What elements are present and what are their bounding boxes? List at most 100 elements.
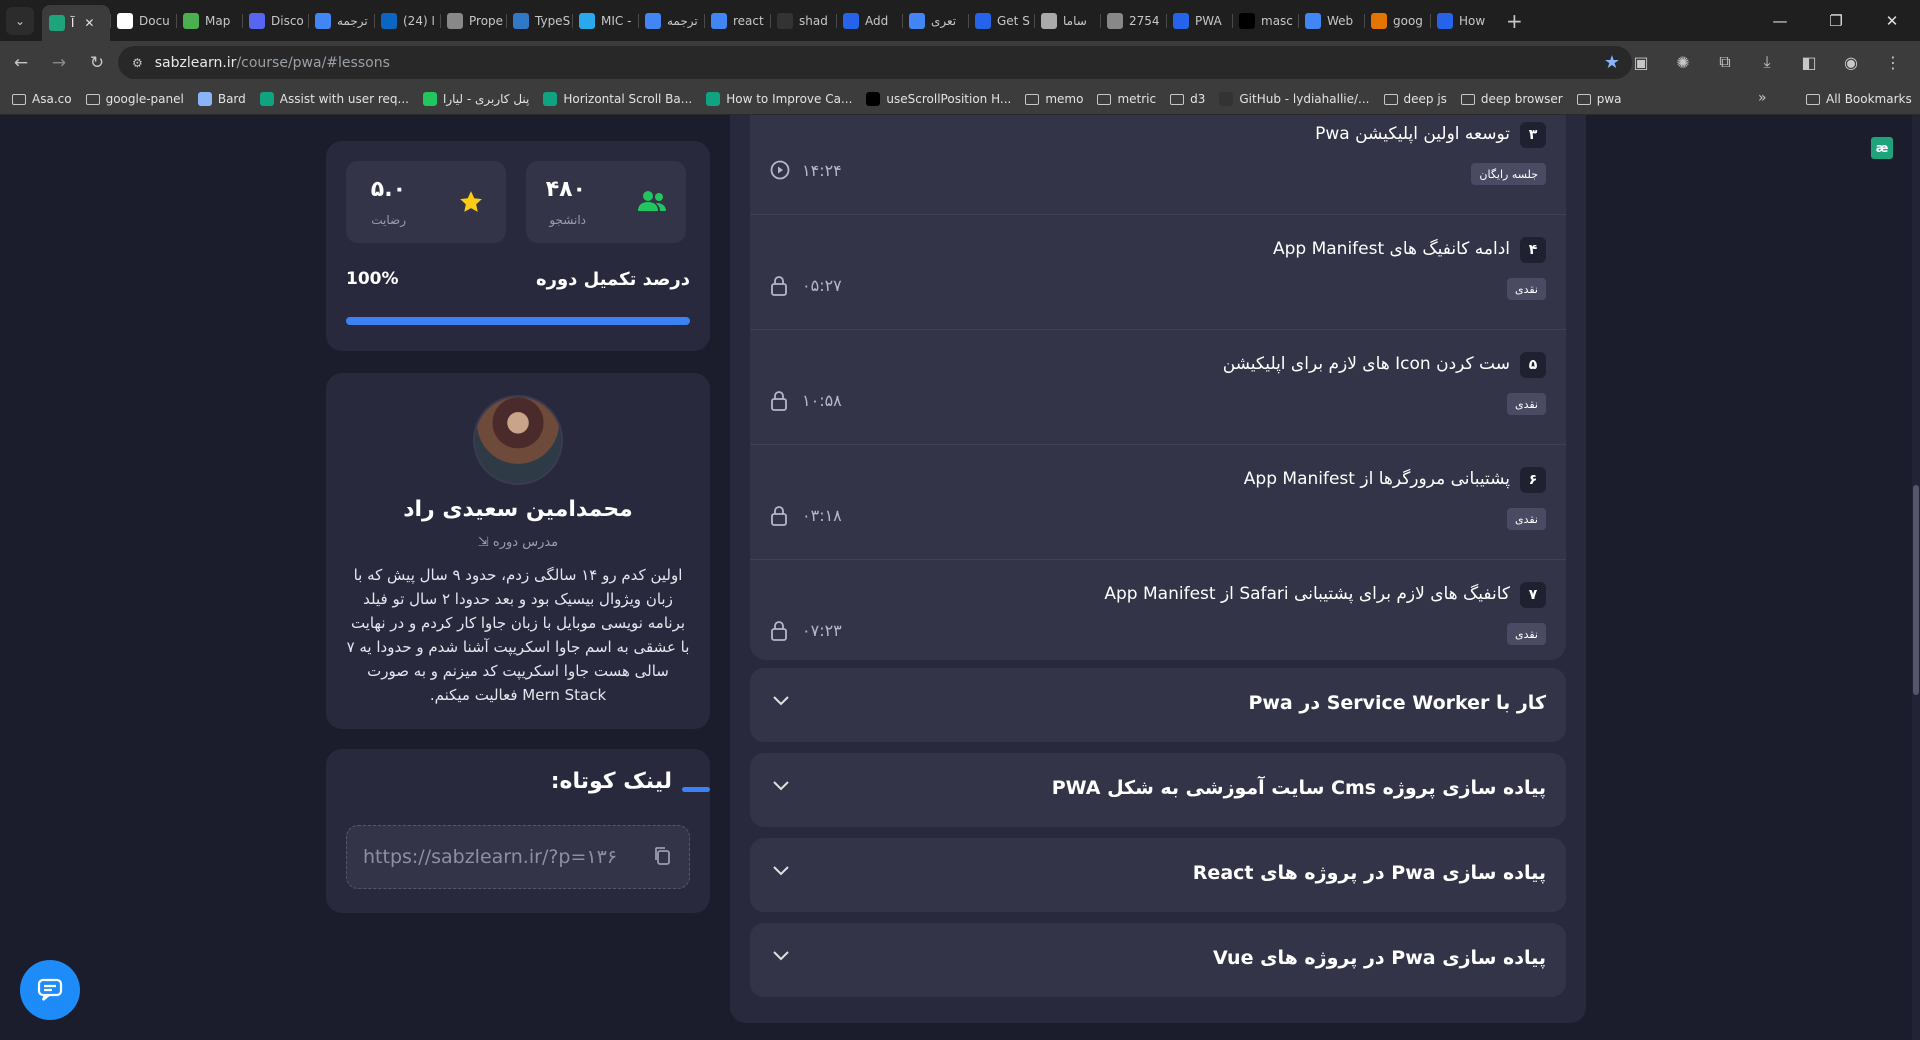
bookmark-item[interactable]: Bard <box>197 92 246 106</box>
course-section-accordion[interactable]: کار با Service Worker در Pwa <box>750 668 1566 742</box>
browser-tab[interactable]: MIC - <box>572 5 638 37</box>
chevron-down-icon[interactable] <box>772 690 790 711</box>
bookmark-item[interactable]: Assist with user req... <box>259 92 409 106</box>
lesson-row[interactable]: ۶ پشتیبانی مرورگرها از App Manifest نقدی ۰۳… <box>750 445 1566 560</box>
lesson-title[interactable]: توسعه اولین اپلیکیشن Pwa <box>1315 124 1510 144</box>
new-tab-plus-icon[interactable]: + <box>1506 9 1523 33</box>
browser-tab[interactable]: How <box>1430 5 1496 37</box>
extension-ae-icon[interactable]: æ <box>1871 137 1893 159</box>
bookmark-item[interactable]: پنل کاربری - لیارا <box>422 92 529 106</box>
browser-tab[interactable]: Docu <box>110 5 176 37</box>
bookmark-item[interactable]: d3 <box>1170 92 1205 106</box>
minimize-icon[interactable]: — <box>1752 0 1808 41</box>
lesson-title[interactable]: ادامه کانفیگ های App Manifest <box>1273 239 1510 259</box>
bookmarks-overflow-icon[interactable]: » <box>1758 90 1767 106</box>
bookmark-item[interactable]: How to Improve Ca... <box>706 92 852 106</box>
tab-label: تعری <box>931 13 957 28</box>
chevron-down-icon[interactable] <box>772 860 790 881</box>
bookmark-item[interactable]: useScrollPosition H... <box>866 92 1011 106</box>
browser-tab[interactable]: masc <box>1232 5 1298 37</box>
browser-tab[interactable]: Get S <box>968 5 1034 37</box>
course-section-accordion[interactable]: پیاده سازی Pwa در پروژه های React <box>750 838 1566 912</box>
browser-tab[interactable]: Add <box>836 5 902 37</box>
bookmark-item[interactable]: deep js <box>1383 92 1447 106</box>
browser-tab[interactable]: (24) ا <box>374 5 440 37</box>
lesson-row[interactable]: ۴ ادامه کانفیگ های App Manifest نقدی ۰۵:۲۷ <box>750 215 1566 330</box>
browser-tab[interactable]: ترجمه <box>638 5 704 37</box>
play-circle-icon <box>770 160 790 185</box>
course-section-accordion[interactable]: پیاده سازی پروژه Cms سایت آموزشی به شکل … <box>750 753 1566 827</box>
download-icon[interactable]: ⤓ <box>1750 45 1784 79</box>
lesson-title[interactable]: کانفیگ های لازم برای پشتیبانی Safari از … <box>1104 584 1510 604</box>
lesson-row[interactable]: ۷ کانفیگ های لازم برای پشتیبانی Safari از… <box>750 560 1566 660</box>
tab-search-chevron-icon[interactable]: ⌄ <box>6 6 34 35</box>
course-section-accordion[interactable]: پیاده سازی Pwa در پروژه های Vue <box>750 923 1566 997</box>
short-link-box[interactable]: https://sabzlearn.ir/?p=۱۳۶ <box>346 825 690 889</box>
short-link-url[interactable]: https://sabzlearn.ir/?p=۱۳۶ <box>363 846 617 868</box>
folder-icon <box>1097 93 1112 105</box>
extensions-puzzle-icon[interactable]: ⧉ <box>1708 45 1742 79</box>
browser-tab[interactable]: react <box>704 5 770 37</box>
bookmark-item[interactable]: deep browser <box>1460 92 1563 106</box>
tab-label: MIC - <box>601 13 632 28</box>
tab-favicon-icon <box>645 12 661 29</box>
tab-label: آ <box>71 16 75 30</box>
bookmark-item[interactable]: memo <box>1025 92 1083 106</box>
browser-tab[interactable]: Disco <box>242 5 308 37</box>
folder-icon <box>1170 93 1185 105</box>
rating-value: ۵.۰ <box>370 177 406 202</box>
all-bookmarks-button[interactable]: All Bookmarks <box>1806 92 1912 106</box>
address-toolbar: ← → ↻ ⚙ sabzlearn.ir/course/pwa/#lessons… <box>0 41 1920 84</box>
chevron-down-icon[interactable] <box>772 945 790 966</box>
menu-kebab-icon[interactable]: ⋮ <box>1876 45 1910 79</box>
browser-tab[interactable]: تعری <box>902 5 968 37</box>
bookmark-item[interactable]: pwa <box>1576 92 1622 106</box>
forward-arrow-icon[interactable]: → <box>42 46 76 80</box>
side-panel-icon[interactable]: ◧ <box>1792 45 1826 79</box>
lesson-title[interactable]: پشتیبانی مرورگرها از App Manifest <box>1244 469 1510 489</box>
browser-tab[interactable]: Prope <box>440 5 506 37</box>
lesson-list: ۳ توسعه اولین اپلیکیشن Pwa جلسه رایگان ۱۴:۲… <box>750 115 1566 660</box>
browser-tab[interactable]: PWA <box>1166 5 1232 37</box>
teacher-bio: اولین کدم رو ۱۴ سالگی زدم، حدود ۹ سال پی… <box>346 566 690 704</box>
back-arrow-icon[interactable]: ← <box>4 46 38 80</box>
site-info-icon[interactable]: ⚙ <box>132 56 143 70</box>
tab-favicon-icon <box>117 12 133 29</box>
tab-label: TypeS <box>535 13 571 28</box>
tab-close-icon[interactable]: ✕ <box>84 16 94 30</box>
browser-tab[interactable]: ساما <box>1034 5 1100 37</box>
theme-extension-icon[interactable]: ✺ <box>1666 45 1700 79</box>
chevron-down-icon[interactable] <box>772 775 790 796</box>
bookmark-item[interactable]: Horizontal Scroll Ba... <box>543 92 692 106</box>
browser-tab[interactable]: shad <box>770 5 836 37</box>
restore-icon[interactable]: ❐ <box>1808 0 1864 41</box>
browser-tab[interactable]: 2754 <box>1100 5 1166 37</box>
extension-icon[interactable]: ▣ <box>1624 45 1658 79</box>
lesson-price-badge: نقدی <box>1506 278 1546 300</box>
lesson-title[interactable]: ست کردن Icon های لازم برای اپلیکیشن <box>1223 354 1510 374</box>
omnibox-url-field[interactable]: ⚙ sabzlearn.ir/course/pwa/#lessons ★ <box>118 46 1632 79</box>
bookmark-item[interactable]: GitHub - lydiahallie/... <box>1219 92 1370 106</box>
browser-tab[interactable]: goog <box>1364 5 1430 37</box>
bookmark-item[interactable]: google-panel <box>85 92 184 106</box>
bookmark-star-icon[interactable]: ★ <box>1604 52 1620 73</box>
bookmark-item[interactable]: metric <box>1097 92 1156 106</box>
tab-favicon-icon <box>975 12 991 29</box>
browser-tab[interactable]: Web <box>1298 5 1364 37</box>
copy-icon[interactable] <box>653 846 671 871</box>
page-scrollbar[interactable] <box>1912 115 1920 1040</box>
close-window-icon[interactable]: ✕ <box>1864 0 1920 41</box>
browser-tab[interactable]: ترجمه <box>308 5 374 37</box>
browser-tab[interactable]: Map <box>176 5 242 37</box>
reload-icon[interactable]: ↻ <box>80 46 114 80</box>
lesson-row[interactable]: ۳ توسعه اولین اپلیکیشن Pwa جلسه رایگان ۱۴:۲… <box>750 115 1566 215</box>
users-icon <box>638 189 666 219</box>
lesson-row[interactable]: ۵ ست کردن Icon های لازم برای اپلیکیشن نقدی… <box>750 330 1566 445</box>
browser-tab[interactable]: TypeS <box>506 5 572 37</box>
profile-avatar-icon[interactable]: ◉ <box>1834 45 1868 79</box>
chat-support-button[interactable] <box>20 960 80 1020</box>
url-path: /course/pwa/#lessons <box>236 54 390 71</box>
scrollbar-thumb[interactable] <box>1913 485 1919 695</box>
bookmark-item[interactable]: Asa.co <box>12 92 72 106</box>
browser-tab[interactable]: آ ✕ <box>42 5 110 41</box>
